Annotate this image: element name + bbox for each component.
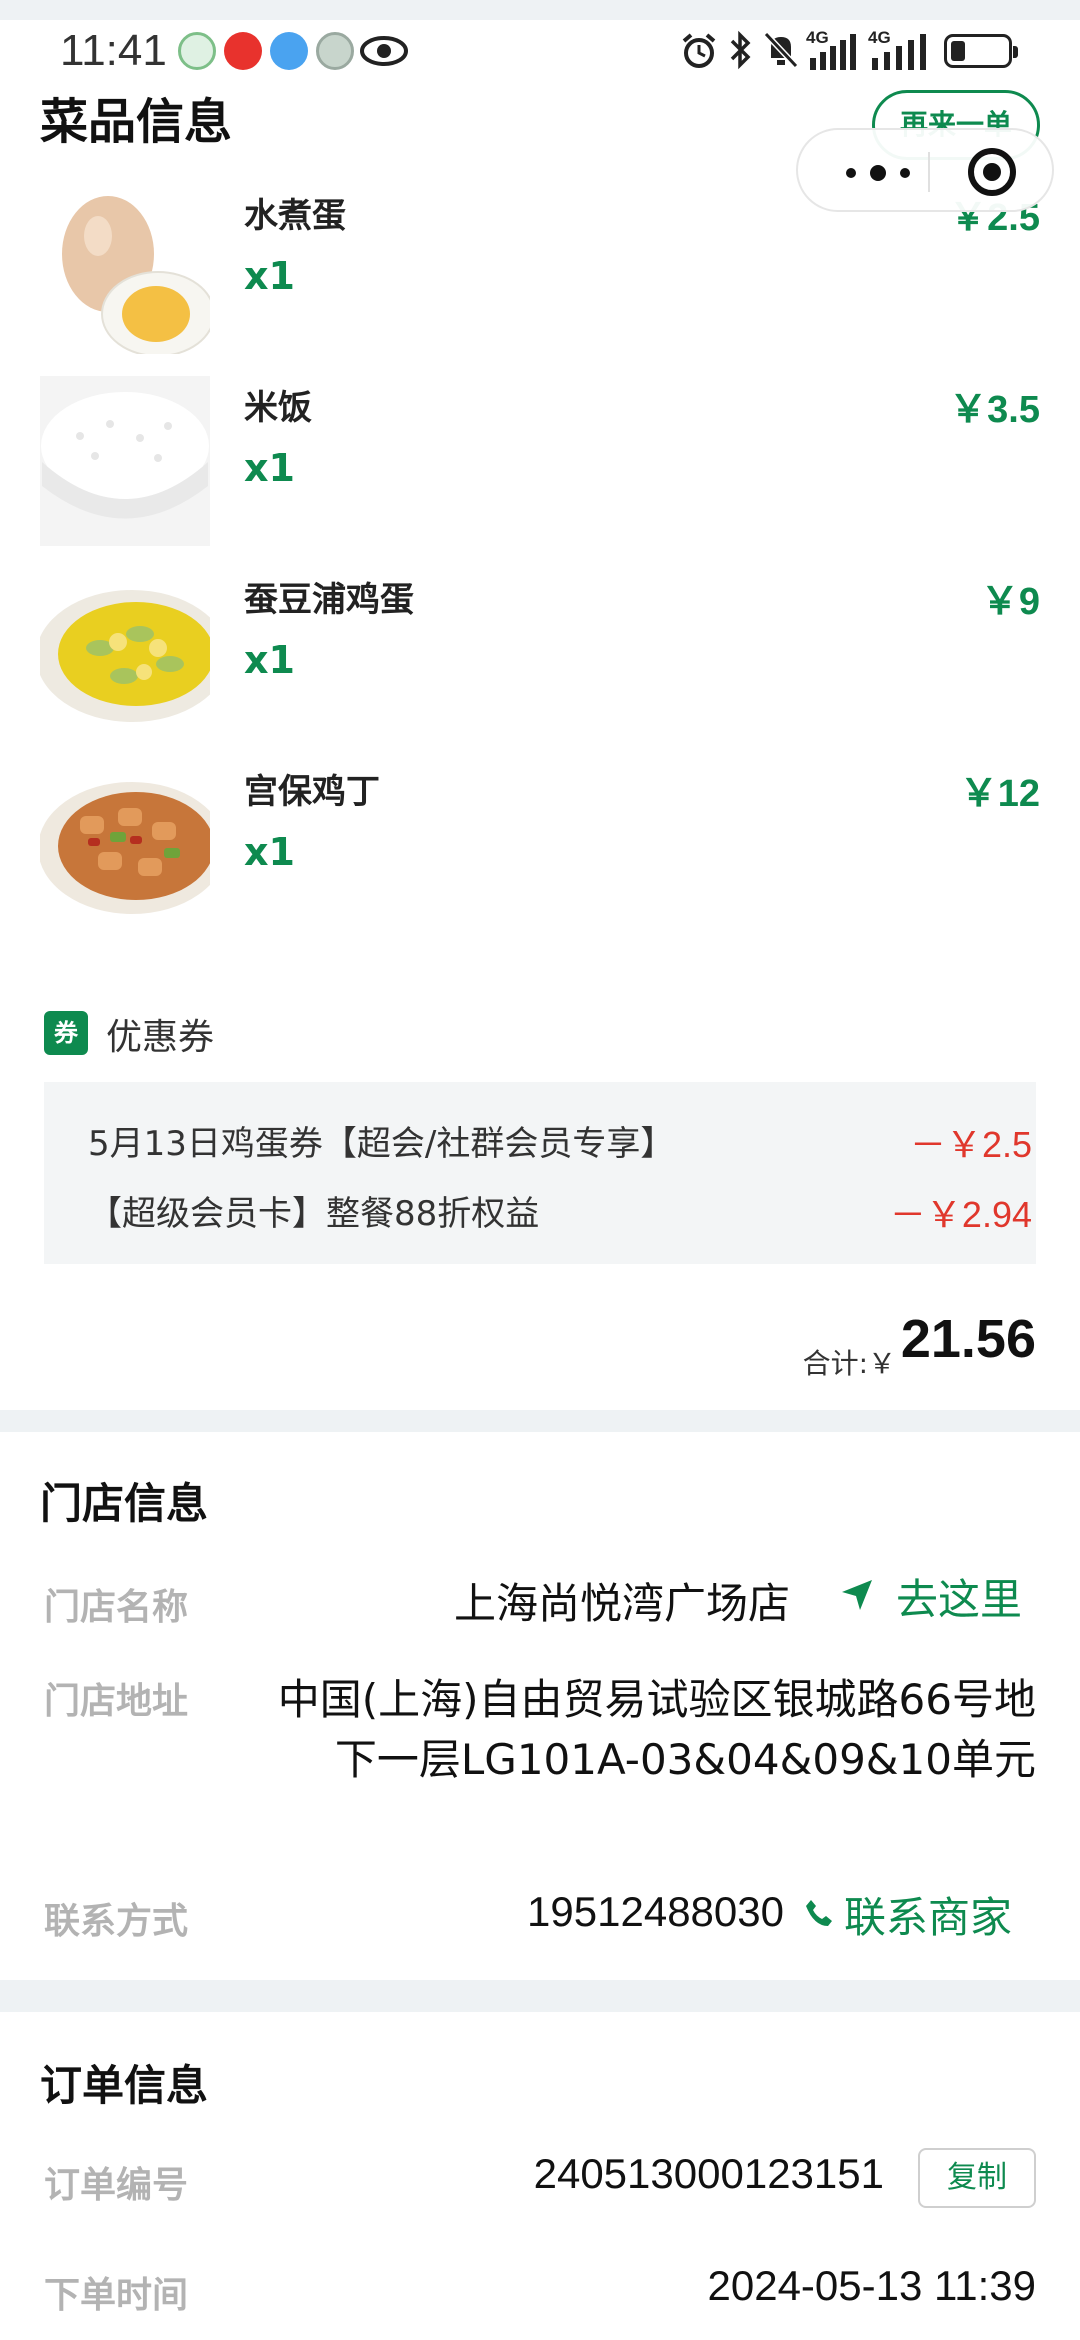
dish-image-broad-bean-egg (40, 568, 210, 738)
coupon-amount: －￥2.5 (909, 1124, 1032, 1165)
coupon-list: 5月13日鸡蛋券【超会/社群会员专享】 －￥2.5 【超级会员卡】整餐88折权益… (44, 1082, 1036, 1264)
coupon-row: 5月13日鸡蛋券【超会/社群会员专享】 －￥2.5 (88, 1116, 1032, 1166)
dish-quantity: x1 (244, 638, 295, 682)
dish-item: 米饭 x1 ￥3.5 (0, 376, 1080, 556)
phone-value: 19512488030 (527, 1888, 784, 1935)
total-label: 合计:￥ (802, 1347, 896, 1380)
copy-button[interactable]: 复制 (918, 2148, 1036, 2208)
store-name-value: 上海尚悦湾广场店 (453, 1579, 790, 1628)
dish-name: 水煮蛋 (244, 196, 346, 236)
dish-item: 宫保鸡丁 x1 ￥12 (0, 760, 1080, 940)
status-time: 11:41 (60, 26, 167, 75)
eye-icon (360, 36, 408, 66)
status-bar: 11:41 4G 4G (0, 12, 1080, 80)
order-time-label: 下单时间 (44, 2275, 189, 2316)
signal-bars-2-icon (872, 34, 926, 70)
dish-name: 米饭 (244, 388, 312, 428)
store-info-card: 门店信息 门店名称 上海尚悦湾广场店 去这里 门店地址 中国(上海)自由贸易试验… (0, 1432, 1080, 1980)
coupon-amount: －￥2.94 (889, 1194, 1032, 1235)
contact-merchant-link[interactable]: 联系商家 (804, 1884, 1036, 1942)
store-address-label: 门店地址 (44, 1681, 189, 1722)
navigate-label: 去这里 (896, 1575, 1023, 1624)
wechat-notify-icon (178, 32, 216, 70)
signal-bars-1-icon (810, 34, 856, 70)
contact-label: 联系方式 (44, 1901, 189, 1942)
store-name-label: 门店名称 (44, 1587, 189, 1628)
dish-price: ￥3.5 (949, 389, 1040, 431)
order-number-value: 240513000123151 (533, 2150, 884, 2197)
dish-price: ￥12 (959, 773, 1040, 815)
app-notify-icon (316, 32, 354, 70)
order-section-title: 订单信息 (40, 2061, 209, 2110)
coupon-label: 优惠券 (106, 1017, 215, 1058)
contact-merchant-label: 联系商家 (844, 1893, 1013, 1942)
dish-name: 宫保鸡丁 (244, 772, 380, 812)
miniprogram-capsule (796, 128, 1054, 212)
order-info-card: 订单信息 订单编号 240513000123151 复制 下单时间 2024-0… (0, 2012, 1080, 2340)
coupon-icon: 券 (44, 1011, 88, 1055)
order-number-label: 订单编号 (44, 2165, 189, 2206)
dish-image-rice (40, 376, 210, 546)
battery-icon (944, 34, 1018, 68)
order-time-value: 2024-05-13 11:39 (707, 2262, 1037, 2309)
dish-item: 蚕豆浦鸡蛋 x1 ￥9 (0, 568, 1080, 748)
dishes-card: 菜品信息 再来一单 水煮蛋 x1 ￥2.5 米饭 x1 ￥3.5 蚕豆浦鸡蛋 x… (0, 20, 1080, 1410)
dish-image-kung-pao-chicken (40, 760, 210, 930)
coupon-row: 【超级会员卡】整餐88折权益 －￥2.94 (88, 1186, 1032, 1236)
dish-quantity: x1 (244, 830, 295, 874)
dish-name: 蚕豆浦鸡蛋 (244, 580, 414, 620)
weibo-notify-icon (224, 32, 262, 70)
dish-quantity: x1 (244, 254, 295, 298)
alarm-icon (682, 33, 716, 68)
dishes-section-title: 菜品信息 (40, 94, 233, 150)
more-dots-icon[interactable] (836, 148, 926, 192)
navigate-arrow-icon (842, 1580, 872, 1610)
store-section-title: 门店信息 (40, 1479, 209, 1528)
dish-quantity: x1 (244, 446, 295, 490)
mute-icon (763, 31, 799, 69)
navigate-link[interactable]: 去这里 (840, 1566, 1036, 1624)
dish-image-boiled-egg (40, 184, 210, 354)
bluetooth-icon (730, 30, 751, 70)
coupon-name: 【超级会员卡】整餐88折权益 (88, 1194, 540, 1234)
dish-price: ￥9 (980, 581, 1040, 623)
phone-icon (806, 1900, 832, 1926)
target-icon[interactable] (968, 148, 1016, 196)
store-address-value: 中国(上海)自由贸易试验区银城路66号地下一层LG101A-03&04&09&1… (277, 1675, 1036, 1784)
capsule-divider (928, 152, 930, 192)
coupon-name: 5月13日鸡蛋券【超会/社群会员专享】 (88, 1124, 675, 1164)
alipay-notify-icon (270, 32, 308, 70)
total-value: 21.56 (900, 1309, 1036, 1369)
